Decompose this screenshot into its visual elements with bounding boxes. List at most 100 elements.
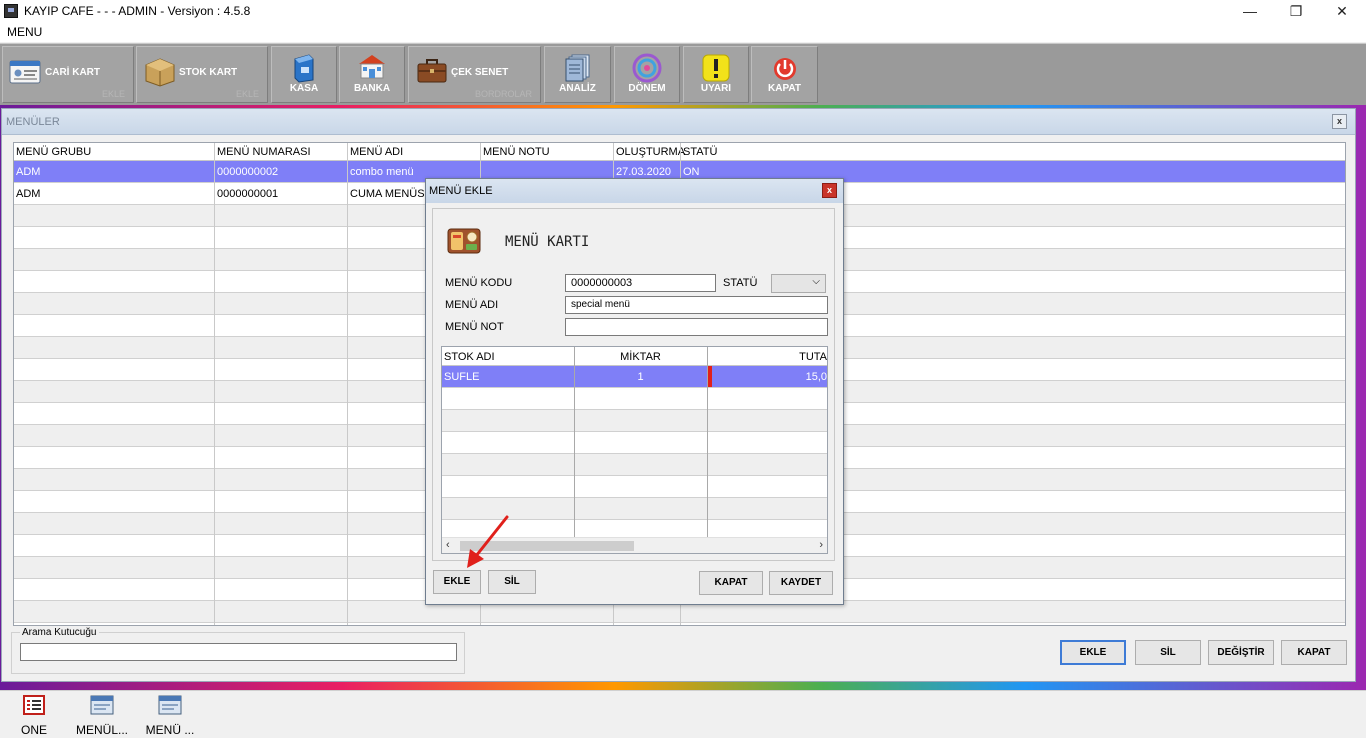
scroll-right-icon[interactable]: › — [819, 539, 823, 551]
toolbar-label: KASA — [289, 83, 319, 94]
horizontal-scrollbar[interactable]: ‹ › — [442, 537, 827, 553]
column-header[interactable]: MENÜ NUMARASI — [215, 146, 311, 158]
menu-list-icon — [23, 695, 45, 715]
toolbar-sub-label: EKLE — [101, 89, 125, 99]
toolbar-kasa-button[interactable]: KASA — [271, 46, 337, 103]
food-tray-icon — [447, 228, 481, 254]
box-icon — [145, 58, 175, 87]
empty-table-row[interactable] — [442, 476, 827, 498]
warning-icon — [702, 54, 730, 82]
close-app-button[interactable]: ✕ — [1319, 0, 1365, 22]
column-header[interactable]: STOK ADI — [444, 351, 495, 363]
toolbar-stok-kart-button[interactable]: STOK KART EKLE — [136, 46, 268, 103]
document-stack-icon — [565, 54, 589, 82]
toolbar-label: DÖNEM — [628, 83, 666, 94]
column-header[interactable]: MİKTAR — [574, 351, 707, 363]
taskbar-label: MENÜL... — [75, 723, 128, 737]
column-divider — [347, 143, 348, 625]
scrollbar-thumb[interactable] — [460, 541, 634, 551]
column-header[interactable]: MENÜ GRUBU — [14, 146, 91, 158]
dialog-add-button[interactable]: EKLE — [433, 570, 481, 594]
taskbar-item-menu-ekle[interactable]: MENÜ ... — [143, 695, 197, 737]
cell-created: 27.03.2020 — [616, 166, 672, 178]
empty-table-row[interactable] — [442, 498, 827, 520]
empty-table-row[interactable] — [442, 454, 827, 476]
window-title: KAYIP CAFE - - - ADMIN - Versiyon : 4.5.… — [24, 4, 251, 18]
empty-table-row[interactable] — [442, 410, 827, 432]
search-label: Arama Kutucuğu — [20, 627, 99, 638]
dialog-close-icon[interactable]: x — [822, 183, 837, 198]
chevron-down-icon: ⌵ — [812, 276, 820, 287]
cell-status: ON — [683, 166, 700, 178]
window-icon — [158, 695, 182, 715]
restore-button[interactable]: ❐ — [1273, 0, 1319, 22]
change-button[interactable]: DEĞİŞTİR — [1208, 640, 1274, 665]
taskbar-label: ONE MENU — [16, 723, 51, 738]
status-select[interactable]: ⌵ — [771, 274, 826, 293]
taskbar-item-menuler[interactable]: MENÜL... — [74, 695, 130, 737]
column-header[interactable]: MENÜ NOTU — [481, 146, 550, 158]
menu-code-input[interactable]: 0000000003 — [565, 274, 716, 292]
menu-name-input[interactable]: special menü — [565, 296, 828, 314]
table-row[interactable]: SUFLE 1 15,0 — [442, 366, 827, 388]
delete-button[interactable]: SİL — [1135, 640, 1201, 665]
status-label: STATÜ — [723, 277, 758, 289]
menu-note-input[interactable] — [565, 318, 828, 336]
stock-table: STOK ADI MİKTAR TUTA SUFLE 1 15,0 ‹ › — [441, 346, 828, 554]
column-header[interactable]: STATÜ — [681, 146, 717, 158]
toolbar-cek-senet-button[interactable]: ÇEK SENET BORDROLAR — [408, 46, 541, 103]
minimize-button[interactable]: — — [1227, 0, 1273, 22]
toolbar-sub-label: BORDROLAR — [474, 89, 532, 99]
dialog-title: MENÜ EKLE — [429, 185, 493, 197]
toolbar-label: STOK KART — [179, 67, 238, 78]
toolbar-cari-kart-button[interactable]: CARİ KART EKLE — [2, 46, 134, 103]
dialog-close-button[interactable]: KAPAT — [699, 571, 763, 595]
toolbar-banka-button[interactable]: BANKA — [339, 46, 405, 103]
bank-icon — [359, 55, 385, 79]
column-header[interactable]: OLUŞTURMA — [614, 146, 685, 158]
toolbar-analiz-button[interactable]: ANALİZ — [544, 46, 611, 103]
cell-amount: 15,0 — [805, 371, 827, 383]
toolbar-donem-button[interactable]: DÖNEM — [614, 46, 680, 103]
edit-cursor-marker — [708, 366, 712, 387]
power-icon — [773, 58, 796, 80]
empty-table-row[interactable] — [442, 388, 827, 410]
toolbar-label: CARİ KART — [45, 67, 100, 78]
menuler-close-button[interactable]: x — [1332, 114, 1347, 129]
taskbar-item-one-menu[interactable]: ONE MENU — [3, 695, 65, 738]
menu-card-heading: MENÜ KARTI — [505, 234, 590, 250]
close-button[interactable]: KAPAT — [1281, 640, 1347, 665]
toolbar-kapat-button[interactable]: KAPAT — [751, 46, 818, 103]
toolbar-sub-label: EKLE — [235, 89, 259, 99]
column-divider — [574, 347, 575, 540]
window-icon — [90, 695, 114, 715]
menu-name-label: MENÜ ADI — [445, 299, 499, 311]
dialog-titlebar: MENÜ EKLE x — [426, 179, 843, 203]
cell-group: ADM — [16, 188, 41, 200]
add-button[interactable]: EKLE — [1060, 640, 1126, 665]
toolbar-label: UYARI — [700, 83, 732, 94]
column-header[interactable]: TUTA — [799, 351, 827, 363]
cell-group: ADM — [16, 166, 41, 178]
search-input[interactable] — [20, 643, 457, 661]
briefcase-icon — [417, 59, 447, 83]
dialog-delete-button[interactable]: SİL — [488, 570, 536, 594]
cell-qty: 1 — [637, 371, 644, 383]
toolbar-uyari-button[interactable]: UYARI — [683, 46, 749, 103]
column-divider — [707, 347, 708, 540]
app-icon — [4, 4, 18, 18]
menu-note-label: MENÜ NOT — [445, 321, 504, 333]
toolbar-label: ÇEK SENET — [451, 67, 509, 78]
cell-stock: SUFLE — [444, 371, 480, 383]
menuler-window-title: MENÜLER — [6, 116, 60, 128]
taskbar-label: MENÜ ... — [145, 723, 195, 737]
menu-code-label: MENÜ KODU — [445, 277, 513, 289]
scroll-left-icon[interactable]: ‹ — [446, 539, 450, 551]
contact-card-icon — [9, 60, 41, 84]
taskbar: ONE MENU MENÜL... MENÜ ... — [0, 690, 1366, 738]
cell-number: 0000000002 — [217, 166, 279, 178]
empty-table-row[interactable] — [442, 432, 827, 454]
column-header[interactable]: MENÜ ADI — [348, 146, 403, 158]
menu-item-menu[interactable]: MENU — [7, 25, 42, 39]
dialog-save-button[interactable]: KAYDET — [769, 571, 833, 595]
